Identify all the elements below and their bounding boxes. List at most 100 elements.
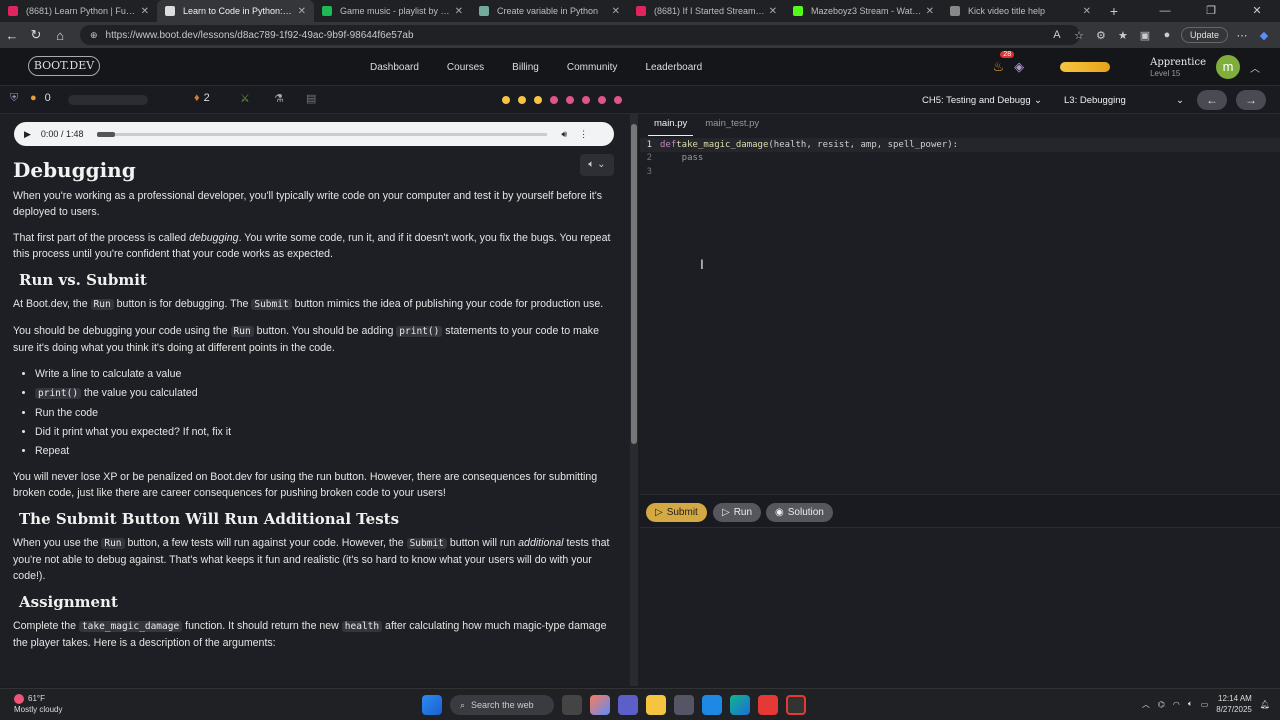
browser-tab[interactable]: Create variable in Python ✕ [471,0,628,22]
lesson-select[interactable]: L3: Debugging ⌄ [1060,91,1188,109]
play-icon[interactable]: ▶ [24,129,31,140]
browser-tab-active[interactable]: Learn to Code in Python: Debugg✕ [157,0,314,22]
task-view-icon[interactable] [562,695,582,715]
code-area[interactable]: 1 def take_magic_damage (health, resist, a… [640,138,1280,179]
previous-lesson-button[interactable]: ← [1197,90,1227,110]
update-button[interactable]: Update [1180,27,1228,43]
browser-tab[interactable]: Game music - playlist by icemaz✕ [314,0,471,22]
browser-tab[interactable]: Kick video title help ✕ [942,0,1099,22]
nav-courses[interactable]: Courses [447,62,484,73]
submit-button[interactable]: ▷ Submit [646,503,707,522]
sword-icon[interactable]: ⚔ [240,92,250,105]
scrollbar-thumb[interactable] [631,124,637,444]
profile-icon[interactable]: ● [1159,29,1175,41]
audio-menu-icon[interactable]: ⋮ [579,129,588,140]
progress-dot[interactable] [614,96,622,104]
tab-main-py[interactable]: main.py [648,114,694,136]
browser-tab[interactable]: (8681) If I Started Streaming In 2✕ [628,0,785,22]
lesson-scrollbar[interactable] [630,114,638,686]
run-button[interactable]: ▷ Run [713,503,762,522]
pet-icon[interactable]: ◈ [1014,59,1024,75]
chevron-up-icon[interactable]: ︿ [1250,60,1260,75]
close-tab-icon[interactable]: ✕ [1083,6,1091,17]
progress-dot[interactable] [518,96,526,104]
windows-start-icon[interactable] [422,695,442,715]
nav-dashboard[interactable]: Dashboard [370,62,419,73]
progress-dot[interactable] [566,96,574,104]
tab-main-test-py[interactable]: main_test.py [699,114,765,136]
copilot-icon[interactable]: ◆ [1256,29,1272,42]
copilot-icon[interactable] [590,695,610,715]
flask-icon[interactable]: ⚗ [274,92,284,105]
eye-icon: ◉ [775,507,784,518]
close-tab-icon[interactable]: ✕ [455,6,463,17]
volume-icon[interactable]: 🔊︎ [561,129,567,140]
notifications-icon[interactable]: 🔔︎ [1260,700,1270,709]
paragraph: You should be debugging your code using … [13,325,599,354]
volume-icon[interactable]: 🔈︎ [1188,699,1193,709]
code-line[interactable]: 2 pass [640,152,1280,166]
vscode-icon[interactable] [702,695,722,715]
maximize-icon[interactable]: ❐ [1188,0,1234,22]
armor-icon[interactable]: ⛨ [10,92,18,105]
taskbar-search[interactable]: ⌕ Search the web [450,695,554,715]
play-icon: ▷ [655,507,663,518]
teams-icon[interactable] [618,695,638,715]
close-tab-icon[interactable]: ✕ [141,6,149,17]
favorites-icon[interactable]: ★ [1115,29,1131,42]
search-icon: ⌕ [460,699,466,710]
site-info-icon[interactable]: ⊕ [90,30,98,41]
nav-billing[interactable]: Billing [512,62,539,73]
chest-icon[interactable]: ▤ [306,92,316,105]
more-menu-icon[interactable]: ⋯ [1234,29,1250,42]
battery-icon[interactable]: ▭ [1201,700,1209,709]
app-icon[interactable] [786,695,806,715]
progress-dot[interactable] [502,96,510,104]
clock[interactable]: 12:14 AM 8/27/2025 [1216,693,1252,715]
extensions-icon[interactable]: ⚙ [1093,29,1109,42]
read-aloud-icon[interactable]: A [1049,29,1065,41]
audio-seek-bar[interactable] [97,131,548,137]
next-lesson-button[interactable]: → [1236,90,1266,110]
browser-tab[interactable]: Mazeboyz3 Stream - Watch Live✕ [785,0,942,22]
network-icon[interactable]: ⌬ [1158,700,1165,709]
close-window-icon[interactable]: ✕ [1234,0,1280,22]
avatar[interactable]: m [1216,55,1240,79]
favorite-star-icon[interactable]: ☆ [1071,29,1087,42]
browser-tab[interactable]: (8681) Learn Python | Full 7-Hou✕ [0,0,157,22]
weather-widget[interactable]: 61°F Mostly cloudy [14,693,62,715]
app-icon[interactable] [674,695,694,715]
solution-button[interactable]: ◉ Solution [766,503,833,522]
nav-community[interactable]: Community [567,62,618,73]
youtube-music-icon[interactable] [758,695,778,715]
potion-counter[interactable]: ♦ 2 [194,92,210,104]
back-icon[interactable]: ← [0,28,24,43]
url-input[interactable]: ⊕ https://www.boot.dev/lessons/d8ac789-1… [80,25,1080,45]
progress-dot[interactable] [534,96,542,104]
bootdev-logo[interactable]: BOOT.DEV [28,56,100,76]
code-line[interactable]: 3 [640,165,1280,179]
collections-icon[interactable]: ▣ [1137,29,1153,42]
gem-counter[interactable]: ● 0 [30,92,51,104]
progress-dot[interactable] [550,96,558,104]
edge-icon[interactable] [730,695,750,715]
code-editor[interactable]: main.py main_test.py 1 def take_magic_dam… [640,114,1280,494]
home-icon[interactable]: ⌂ [48,28,72,43]
file-explorer-icon[interactable] [646,695,666,715]
show-hidden-icons[interactable]: ︿ [1142,699,1150,710]
progress-dot[interactable] [582,96,590,104]
close-tab-icon[interactable]: ✕ [926,6,934,17]
close-tab-icon[interactable]: ✕ [769,6,777,17]
minimize-icon[interactable]: — [1142,0,1188,22]
nav-leaderboard[interactable]: Leaderboard [645,62,702,73]
code-line[interactable]: 1 def take_magic_damage (health, resist, a… [640,138,1280,152]
new-tab-button[interactable]: + [1099,0,1129,22]
chapter-select[interactable]: CH5: Testing and Debugg ⌄ [918,91,1046,109]
wifi-icon[interactable]: ◠ [1173,700,1180,709]
close-tab-icon[interactable]: ✕ [298,6,306,17]
streak-flame-icon[interactable]: ♨ 28 [992,51,1015,75]
progress-dot[interactable] [598,96,606,104]
close-tab-icon[interactable]: ✕ [612,6,620,17]
reload-icon[interactable]: ↻ [24,27,48,43]
profile-rank[interactable]: Apprentice Level 15 [1150,57,1206,78]
